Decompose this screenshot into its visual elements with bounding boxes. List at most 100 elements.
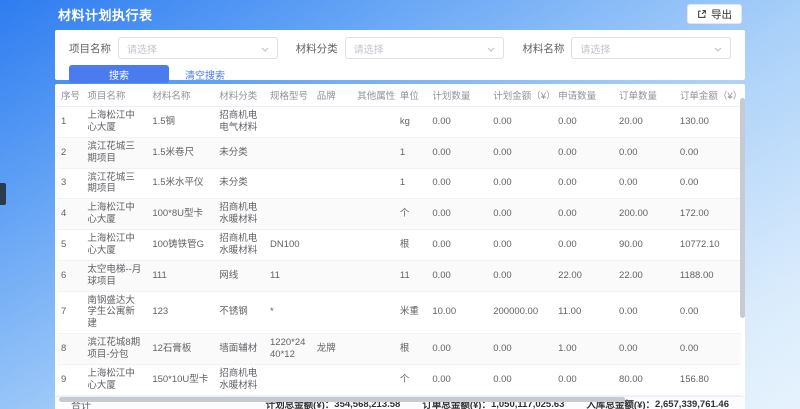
table-cell (266, 137, 313, 168)
table-cell: 4 (57, 199, 83, 230)
table-cell: 172.00 (676, 199, 741, 230)
chevron-down-icon (714, 39, 722, 57)
vertical-scrollbar[interactable] (740, 98, 745, 318)
project-name-label: 项目名称 (69, 41, 111, 56)
column-header: 申请数量 (554, 84, 615, 107)
table-cell: 100铸铁管G (148, 230, 215, 261)
table-cell (353, 230, 396, 261)
table-cell: 22.00 (615, 260, 676, 291)
table-cell: 滨江花城8期项目-分包 (83, 334, 148, 365)
table-cell: 11 (266, 260, 313, 291)
search-button[interactable]: 搜索 (69, 65, 169, 83)
table-cell: 0.00 (428, 230, 489, 261)
table-cell: 0.00 (676, 291, 741, 334)
table-cell (353, 364, 396, 395)
table-cell: 招商机电 水暖材料 (215, 199, 266, 230)
table-cell: 1.5钢 (148, 107, 215, 138)
table-cell: 6 (57, 260, 83, 291)
table-cell: 滨江花城三期项目 (83, 168, 148, 199)
column-header: 项目名称 (83, 84, 148, 107)
table-cell (313, 137, 354, 168)
export-button[interactable]: 导出 (687, 4, 742, 24)
material-category-select[interactable]: 请选择 (345, 37, 505, 59)
page: { "header": { "title": "材料计划执行表", "expor… (0, 0, 800, 409)
table-head-row: 序号项目名称材料名称材料分类规格型号品牌其他属性单位计划数量计划金额（¥）申请数… (57, 84, 741, 107)
table-cell (313, 364, 354, 395)
table-cell: 0.00 (615, 334, 676, 365)
filter-category: 材料分类 请选择 (296, 37, 505, 59)
table-cell: 个 (396, 364, 428, 395)
table-cell (353, 291, 396, 334)
table-cell: 0.00 (489, 137, 554, 168)
table-cell: 12石膏板 (148, 334, 215, 365)
table-cell (353, 334, 396, 365)
table-row: 2滨江花城三期项目1.5米卷尺未分类10.000.000.000.000.00 (57, 137, 741, 168)
table-cell: 0.00 (489, 107, 554, 138)
table-cell (353, 199, 396, 230)
table-cell: 8 (57, 334, 83, 365)
table-row: 3滨江花城三期项目1.5米水平仪未分类10.000.000.000.000.00 (57, 168, 741, 199)
table-cell: 0.00 (489, 230, 554, 261)
table-cell: 1.5米水平仪 (148, 168, 215, 199)
column-header: 计划金额（¥） (489, 84, 554, 107)
page-title: 材料计划执行表 (58, 5, 153, 24)
table-cell (353, 260, 396, 291)
column-header: 其他属性 (353, 84, 396, 107)
table-cell: 0.00 (615, 168, 676, 199)
table-cell: 0.00 (489, 364, 554, 395)
table-cell: 11 (396, 260, 428, 291)
table-cell (266, 199, 313, 230)
column-header: 计划数量 (428, 84, 489, 107)
table-cell: 1.5米卷尺 (148, 137, 215, 168)
table-cell: 上海松江中心大厦 (83, 364, 148, 395)
material-name-label: 材料名称 (522, 41, 564, 56)
table-cell: 150*10U型卡 (148, 364, 215, 395)
table-cell: 招商机电 水暖材料 (215, 364, 266, 395)
results-table-card: 序号项目名称材料名称材料分类规格型号品牌其他属性单位计划数量计划金额（¥）申请数… (55, 84, 745, 402)
table-row: 5上海松江中心大厦100铸铁管G招商机电 水暖材料DN100根0.000.000… (57, 230, 741, 261)
table-cell: 11.00 (554, 291, 615, 334)
table-cell: 0.00 (428, 364, 489, 395)
table-cell: 招商机电 电气材料 (215, 107, 266, 138)
column-header: 订单金额（¥） (676, 84, 741, 107)
table-cell (313, 199, 354, 230)
material-name-select[interactable]: 请选择 (571, 37, 731, 59)
table-cell (313, 291, 354, 334)
table-cell: 1 (396, 137, 428, 168)
table-cell: 根 (396, 334, 428, 365)
table-cell: 0.00 (615, 137, 676, 168)
table-cell: 个 (396, 199, 428, 230)
column-header: 单位 (396, 84, 428, 107)
table-cell: 0.00 (428, 334, 489, 365)
table-row: 8滨江花城8期项目-分包12石膏板墙面辅材1220*2440*12龙牌根0.00… (57, 334, 741, 365)
table-cell: 0.00 (428, 107, 489, 138)
filter-project: 项目名称 请选择 (69, 37, 278, 59)
table-cell: * (266, 291, 313, 334)
export-button-label: 导出 (711, 7, 732, 22)
table-cell (353, 107, 396, 138)
table-cell: 0.00 (489, 260, 554, 291)
table-cell: 0.00 (676, 168, 741, 199)
sidebar-collapsed-tab[interactable] (0, 183, 6, 205)
table-cell: 0.00 (554, 168, 615, 199)
table-cell (266, 168, 313, 199)
table-cell (353, 137, 396, 168)
table-cell (313, 260, 354, 291)
table-cell: 0.00 (428, 260, 489, 291)
table-cell: 0.00 (554, 230, 615, 261)
material-category-placeholder: 请选择 (354, 41, 488, 56)
horizontal-scrollbar[interactable] (59, 397, 625, 402)
table-cell: 米重 (396, 291, 428, 334)
table-cell: 130.00 (676, 107, 741, 138)
table-cell: 上海松江中心大厦 (83, 230, 148, 261)
table-cell: 0.00 (554, 364, 615, 395)
table-cell: 10.00 (428, 291, 489, 334)
filter-panel: 项目名称 请选择 材料分类 请选择 材料名称 请选择 (55, 30, 745, 80)
project-name-select[interactable]: 请选择 (118, 37, 278, 59)
clear-search-button[interactable]: 清空搜索 (185, 67, 225, 82)
table-cell: 1 (396, 168, 428, 199)
table-cell: 1220*2440*12 (266, 334, 313, 365)
table-cell: 龙牌 (313, 334, 354, 365)
table-cell: 0.00 (676, 334, 741, 365)
table-cell (313, 168, 354, 199)
